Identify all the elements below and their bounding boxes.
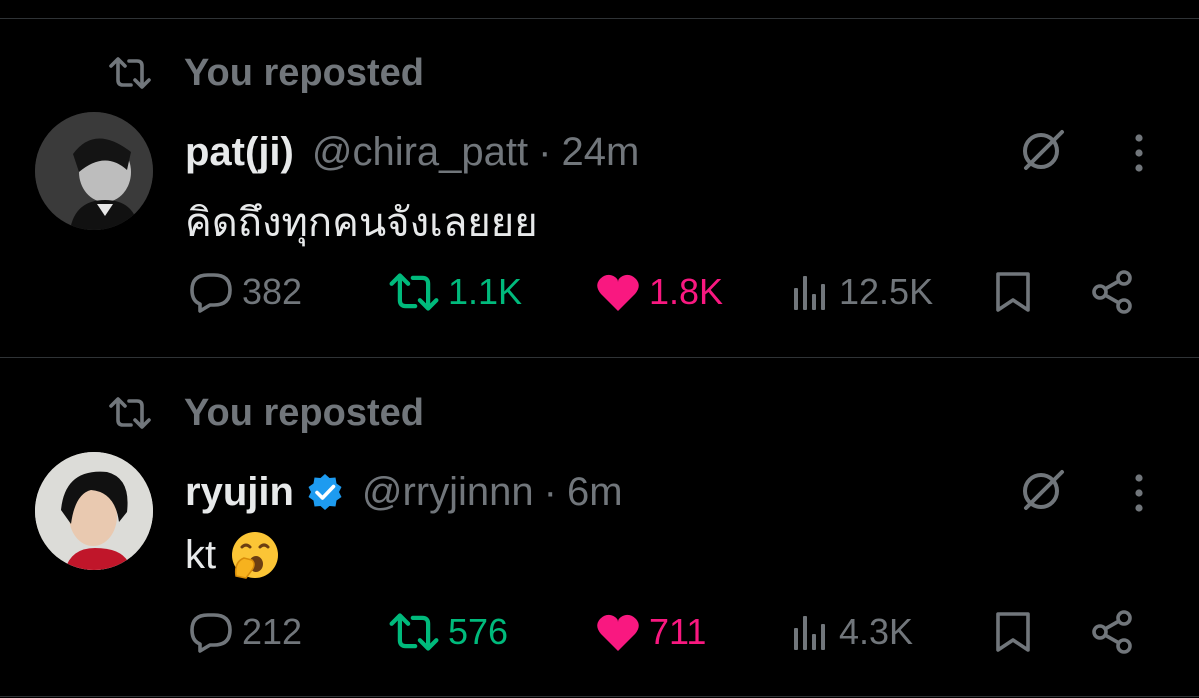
post-time[interactable]: 6m <box>567 470 623 515</box>
reply-button[interactable]: 382 <box>188 262 302 322</box>
grok-icon[interactable] <box>1018 124 1068 174</box>
avatar[interactable] <box>35 112 153 230</box>
reply-count: 382 <box>242 271 303 312</box>
repost-indicator: You reposted <box>108 50 424 96</box>
views-icon <box>794 276 825 310</box>
author-name[interactable]: pat(ji) <box>185 130 294 175</box>
reply-button[interactable]: 212 <box>188 602 302 662</box>
views-button[interactable]: 12.5K <box>791 262 933 322</box>
share-button[interactable] <box>1089 602 1135 662</box>
separator: · <box>538 129 552 174</box>
post-time[interactable]: 24m <box>561 130 639 175</box>
bottom-divider <box>0 696 1199 697</box>
like-button[interactable]: 711 <box>595 602 706 662</box>
post-1[interactable]: You reposted pat(ji) @chira_patt · 24m ค… <box>0 0 1199 340</box>
share-icon <box>1092 270 1132 314</box>
post-text-content: คิดถึงทุกคนจังเลยยย <box>185 201 538 245</box>
share-icon <box>1092 610 1132 654</box>
repost-label: You reposted <box>184 51 424 94</box>
repost-count: 576 <box>448 611 509 652</box>
repost-label: You reposted <box>184 391 424 434</box>
repost-count: 1.1K <box>448 271 523 312</box>
views-count: 4.3K <box>839 611 914 652</box>
more-icon[interactable] <box>1124 130 1154 176</box>
like-button[interactable]: 1.8K <box>595 262 723 322</box>
share-button[interactable] <box>1089 262 1135 322</box>
like-count: 1.8K <box>649 271 724 312</box>
repost-icon <box>108 53 152 93</box>
separator: · <box>543 469 557 514</box>
action-bar: 382 1.1K 1.8K 12.5K <box>0 262 1199 322</box>
post-text: คิดถึงทุกคนจังเลยยย <box>185 190 538 254</box>
bookmark-icon <box>996 272 1030 312</box>
more-icon[interactable] <box>1124 470 1154 516</box>
repost-icon <box>389 613 439 651</box>
repost-icon <box>389 273 439 311</box>
bookmark-icon <box>996 612 1030 652</box>
verified-badge-icon <box>308 474 342 510</box>
bookmark-button[interactable] <box>994 602 1032 662</box>
views-count: 12.5K <box>839 271 934 312</box>
post-header: pat(ji) @chira_patt · 24m <box>185 124 639 180</box>
views-button[interactable]: 4.3K <box>791 602 913 662</box>
author-name[interactable]: ryujin <box>185 470 294 515</box>
post-text-content: kt <box>185 532 217 577</box>
views-icon <box>794 616 825 650</box>
action-bar: 212 576 711 4.3K <box>0 602 1199 662</box>
repost-indicator: You reposted <box>108 390 424 436</box>
post-2[interactable]: You reposted ryujin @rryjinnn · 6m kt 21… <box>0 340 1199 680</box>
like-icon <box>597 614 639 651</box>
like-count: 711 <box>649 611 707 652</box>
post-header: ryujin @rryjinnn · 6m <box>185 464 623 520</box>
reply-count: 212 <box>242 611 303 652</box>
reply-icon <box>190 273 232 313</box>
avatar[interactable] <box>35 452 153 570</box>
reply-icon <box>190 613 232 653</box>
author-handle[interactable]: @chira_patt <box>312 130 528 175</box>
repost-button[interactable]: 1.1K <box>388 262 522 322</box>
post-text: kt <box>185 530 280 580</box>
grok-icon[interactable] <box>1018 464 1068 514</box>
yawning-face-icon <box>230 530 280 580</box>
repost-button[interactable]: 576 <box>388 602 508 662</box>
bookmark-button[interactable] <box>994 262 1032 322</box>
author-handle[interactable]: @rryjinnn <box>362 470 534 515</box>
like-icon <box>597 274 639 311</box>
repost-icon <box>108 393 152 433</box>
